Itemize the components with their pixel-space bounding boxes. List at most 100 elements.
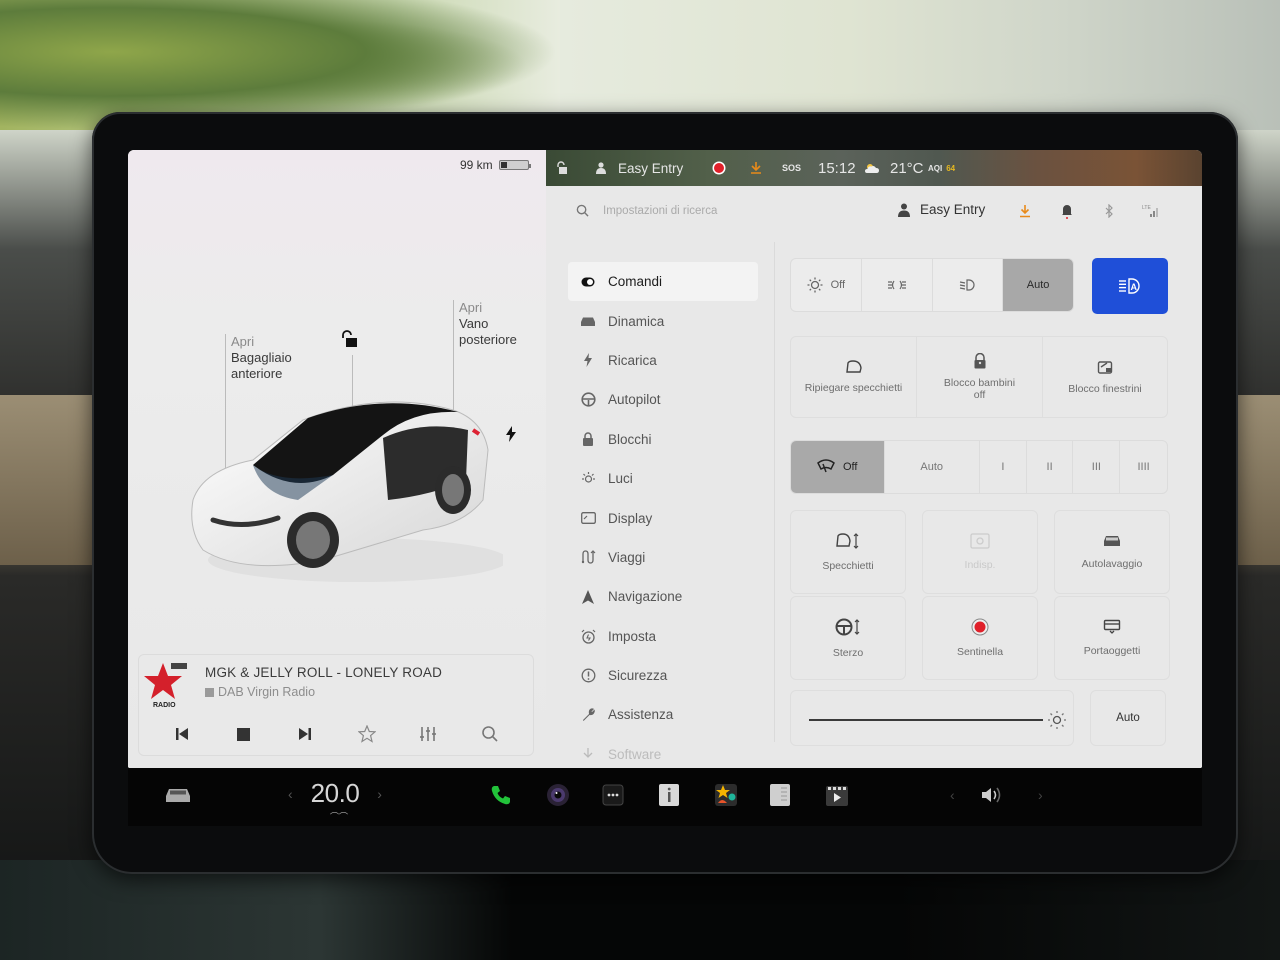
sentry-mode-button[interactable]: Sentinella (922, 596, 1038, 680)
settings-search[interactable]: Impostazioni di ricerca (576, 204, 717, 217)
nav-item-assistenza[interactable]: Assistenza (568, 695, 758, 734)
display-icon (580, 510, 596, 526)
wiper-option-iiii[interactable]: IIII (1120, 441, 1167, 493)
low-beam[interactable] (933, 259, 1004, 311)
nav-item-ricarica[interactable]: Ricarica (568, 341, 758, 380)
glovebox-button[interactable]: Portaoggetti (1054, 596, 1170, 680)
time: 15:12 (818, 159, 856, 177)
brightness-auto-label: Auto (1116, 712, 1140, 724)
nav-item-software[interactable]: Software (568, 735, 758, 768)
volume-decrease[interactable]: ‹ (950, 780, 955, 810)
nav-item-label: Sicurezza (608, 668, 668, 684)
nav-item-display[interactable]: Display (568, 498, 758, 537)
bluetooth-button[interactable] (1100, 202, 1118, 220)
phone-icon (491, 786, 510, 805)
nav-item-sicurezza[interactable]: Sicurezza (568, 656, 758, 695)
media-player: RADIO MGK & JELLY ROLL - LONELY ROAD DAB… (138, 654, 534, 756)
sentry-icon (712, 161, 726, 175)
air-quality: AQI 64 (928, 164, 955, 173)
nav-item-imposta[interactable]: Imposta (568, 617, 758, 656)
calendar-icon (770, 784, 790, 806)
camera-lens-icon (547, 784, 569, 806)
toybox-icon (715, 784, 737, 806)
sos-button[interactable]: SOS (782, 163, 801, 173)
profile-button[interactable]: Easy Entry (898, 202, 985, 217)
volume-button[interactable] (980, 780, 1006, 810)
volume-increase[interactable]: › (1038, 780, 1043, 810)
wiper-option-ii[interactable]: II (1027, 441, 1074, 493)
phone-app[interactable] (490, 780, 512, 810)
nav-item-viaggi[interactable]: Viaggi (568, 538, 758, 577)
speaker-icon (982, 787, 1001, 803)
lightning-icon[interactable] (505, 426, 517, 442)
temperature-increase[interactable]: › (377, 786, 382, 802)
window-lock-button[interactable]: Blocco finestrini (1043, 337, 1167, 417)
sentry-status[interactable] (712, 161, 726, 175)
child-lock-button[interactable]: Blocco bambini off (917, 337, 1043, 417)
stop-button[interactable] (232, 723, 254, 745)
top-status-icons: LTE (1016, 202, 1160, 220)
car-button[interactable] (164, 780, 192, 810)
software-update-button[interactable] (1016, 202, 1034, 220)
headlights-off[interactable]: Off (791, 259, 862, 311)
wiper-option-off[interactable]: Off (791, 441, 885, 493)
update-status[interactable] (750, 161, 762, 175)
fold-mirrors-label: Ripiegare specchietti (804, 382, 903, 394)
wiper-option-auto[interactable]: Auto (885, 441, 980, 493)
display-brightness-slider[interactable] (790, 690, 1074, 746)
lock-status[interactable] (556, 161, 568, 175)
nav-item-label: Dinamica (608, 313, 665, 329)
wiper-option-iii[interactable]: III (1073, 441, 1121, 493)
fold-mirrors-button[interactable]: Ripiegare specchietti (791, 337, 917, 417)
auto-high-beam-toggle[interactable]: A (1092, 258, 1168, 314)
nav-item-comandi[interactable]: Comandi (568, 262, 758, 302)
more-apps-button[interactable] (602, 780, 624, 810)
equalizer-button[interactable] (417, 723, 439, 745)
cabin-temperature[interactable]: 20.0 (311, 778, 360, 809)
previous-button[interactable] (171, 723, 193, 745)
theater-app[interactable] (825, 780, 849, 810)
wiper-option-i[interactable]: I (980, 441, 1027, 493)
unavailable-button[interactable]: Indisp. (922, 510, 1038, 594)
media-search-button[interactable] (479, 723, 501, 745)
favorite-button[interactable] (356, 723, 378, 745)
touchscreen: 99 km Apri Bagagliaio anteriore Apri Van… (128, 150, 1202, 768)
next-button[interactable] (294, 723, 316, 745)
nav-item-label: Comandi (608, 274, 663, 290)
headlights-auto[interactable]: Auto (1003, 259, 1073, 311)
camera-app[interactable] (546, 780, 570, 810)
toggle-icon (580, 274, 596, 290)
mirror-adjust-button[interactable]: Specchietti (790, 510, 906, 594)
parking-lights[interactable] (862, 259, 933, 311)
manual-app[interactable] (658, 780, 680, 810)
nav-item-navigazione[interactable]: Navigazione (568, 577, 758, 616)
download-icon (580, 746, 596, 762)
open-frunk-button[interactable]: Apri Bagagliaio anteriore (225, 334, 292, 484)
nav-item-label: Autopilot (608, 392, 661, 408)
window-lock-label: Blocco finestrini (1068, 383, 1142, 395)
seat-heater-icon[interactable]: ⌒⌒ (330, 810, 348, 823)
steering-adjust-button[interactable]: Sterzo (790, 596, 906, 680)
calendar-app[interactable] (769, 780, 791, 810)
frunk-label-1: Bagagliaio (231, 350, 292, 365)
headlights-off-label: Off (830, 279, 846, 291)
notifications-button[interactable] (1058, 202, 1076, 220)
nav-item-blocchi[interactable]: Blocchi (568, 420, 758, 459)
svg-text:A: A (1131, 282, 1138, 292)
open-trunk-button[interactable]: Apri Vano posteriore (453, 300, 517, 430)
lock-icon (580, 431, 596, 447)
status-profile-name: Easy Entry (618, 160, 684, 176)
toybox-app[interactable] (714, 780, 738, 810)
skip-previous-icon (175, 728, 188, 740)
nav-item-luci[interactable]: Luci (568, 459, 758, 498)
status-profile[interactable]: Easy Entry (596, 161, 683, 176)
car-wash-button[interactable]: Autolavaggio (1054, 510, 1170, 594)
dashboard-trim-left (0, 395, 100, 565)
nav-item-autopilot[interactable]: Autopilot (568, 380, 758, 419)
nav-item-dinamica[interactable]: Dinamica (568, 301, 758, 340)
unlocked-icon[interactable] (340, 330, 358, 348)
bluetooth-icon (1105, 204, 1113, 218)
brightness-auto-button[interactable]: Auto (1090, 690, 1166, 746)
temperature-decrease[interactable]: ‹ (288, 786, 293, 802)
brightness-track[interactable] (809, 719, 1043, 721)
